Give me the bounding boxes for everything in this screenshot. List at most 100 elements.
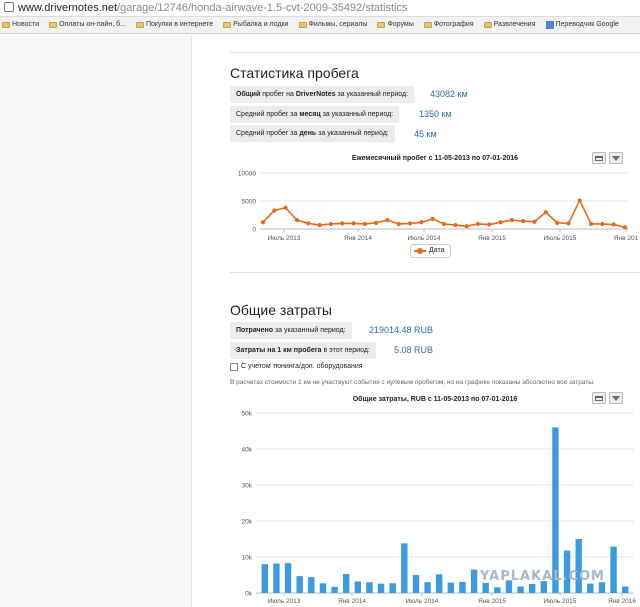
- x-tick-label: Июль 2014: [408, 235, 441, 242]
- cost-bar: [319, 583, 327, 593]
- cost-bar: [412, 575, 420, 593]
- bookmark-shopping[interactable]: Покупки в интернете: [135, 17, 214, 33]
- mileage-legend[interactable]: Дата: [410, 244, 451, 258]
- data-point: [464, 224, 469, 229]
- cost-bar: [296, 576, 303, 593]
- cost-bar: [401, 543, 408, 593]
- data-point: [487, 222, 492, 227]
- bookmark-fishing[interactable]: Рыбалка и лодки: [223, 17, 289, 33]
- data-point: [600, 221, 605, 227]
- bookmark-payments[interactable]: Оплаты он-лайн, б...: [49, 17, 126, 33]
- bookmark-movies[interactable]: Фильмы, сериалы: [298, 17, 367, 33]
- cost-bar: [377, 583, 385, 593]
- legend-label: Дата: [429, 247, 445, 254]
- data-point: [294, 217, 300, 223]
- tuning-checkbox-label: С учетом тюнинга/доп. оборудования: [241, 363, 363, 370]
- cost-bar: [435, 574, 443, 593]
- print-chart-button[interactable]: [592, 392, 606, 404]
- page-icon: [4, 2, 14, 12]
- data-point: [475, 221, 481, 227]
- monthly-mileage-label: Средний пробег за месяц за указанный пер…: [230, 106, 400, 123]
- cost-bar: [575, 539, 582, 593]
- data-point: [509, 217, 514, 223]
- export-chart-button[interactable]: [609, 152, 623, 164]
- url-host: www.drivernotes.net: [18, 2, 118, 14]
- address-bar[interactable]: www.drivernotes.net/garage/12746/honda-a…: [0, 0, 640, 17]
- data-point: [430, 216, 435, 222]
- data-point: [396, 221, 401, 227]
- cost-bar: [528, 584, 536, 593]
- cost-bar: [389, 583, 396, 593]
- data-point: [351, 221, 356, 226]
- cost-bar: [621, 586, 629, 593]
- data-point: [566, 221, 571, 226]
- data-point: [374, 220, 379, 225]
- download-icon: [612, 156, 620, 161]
- cost-bar: [482, 582, 489, 593]
- bookmark-photo[interactable]: Фотография: [423, 17, 474, 33]
- data-point: [328, 221, 333, 227]
- y-tick-label: 50k: [242, 411, 253, 418]
- x-tick-label: Янв 2014: [338, 598, 366, 605]
- cost-bar: [610, 546, 617, 593]
- y-tick-label: 0: [252, 227, 256, 234]
- bookmark-label: Покупки в интернете: [145, 21, 214, 28]
- bookmarks-bar: Новости Оплаты он-лайн, б... Покупки в и…: [0, 17, 640, 34]
- bookmark-label: Оплаты он-лайн, б...: [59, 21, 126, 28]
- tuning-checkbox[interactable]: [230, 363, 238, 371]
- bookmark-forums[interactable]: Форумы: [377, 17, 414, 33]
- data-point: [272, 208, 277, 213]
- x-tick-label: Янв 2015: [478, 598, 506, 605]
- folder-icon: [223, 22, 232, 28]
- mileage-chart: Ежемесячный пробег с 11-05-2013 по 07-01…: [230, 151, 640, 259]
- y-tick-label: 10000: [238, 171, 256, 178]
- cost-bar: [308, 577, 315, 593]
- cost-bar: [424, 582, 431, 593]
- data-point: [555, 220, 560, 225]
- x-tick-label: Янв 201: [614, 235, 639, 242]
- translate-icon: [545, 21, 554, 29]
- bookmark-entertainment[interactable]: Развлечения: [483, 17, 536, 33]
- divider: [230, 272, 640, 273]
- bookmark-label: Переводчик Google: [555, 21, 619, 28]
- data-point: [577, 198, 582, 203]
- folder-icon: [483, 22, 492, 28]
- printer-icon: [595, 156, 603, 161]
- folder-icon: [2, 22, 10, 28]
- url-path: /garage/12746/honda-airwave-1.5-cvt-2009…: [117, 2, 408, 14]
- data-point: [419, 220, 424, 225]
- cost-bar: [331, 586, 338, 593]
- y-tick-label: 0k: [245, 591, 253, 598]
- calculation-note: В расчетах стоимости 1 км не участвуют с…: [230, 379, 595, 386]
- data-point: [317, 222, 322, 228]
- export-chart-button[interactable]: [609, 392, 623, 404]
- data-point: [362, 221, 367, 227]
- data-point: [283, 205, 288, 210]
- divider: [230, 52, 640, 53]
- x-tick-label: Янв 2014: [344, 235, 372, 242]
- cost-bar: [459, 581, 466, 593]
- bookmark-news[interactable]: Новости: [2, 17, 39, 33]
- data-point: [532, 219, 537, 224]
- y-tick-label: 5000: [242, 199, 257, 206]
- data-point: [441, 221, 447, 227]
- cost-bar: [261, 564, 269, 593]
- costs-section-title: Общие затраты: [230, 302, 332, 318]
- bookmark-translate[interactable]: Переводчик Google: [545, 17, 619, 33]
- bookmark-label: Рыбалка и лодки: [233, 21, 289, 28]
- x-tick-label: Июль 2013: [268, 235, 301, 242]
- cost-bar: [273, 563, 280, 593]
- cost-bar: [494, 587, 501, 593]
- print-chart-button[interactable]: [592, 152, 606, 164]
- cost-bar: [366, 582, 373, 593]
- bookmark-label: Фотография: [433, 21, 474, 28]
- data-point: [611, 222, 616, 227]
- x-tick-label: Июль 2014: [406, 598, 439, 605]
- data-point: [453, 222, 458, 228]
- costs-chart-title: Общие затраты, RUB с 11-05-2013 по 07-01…: [352, 396, 518, 403]
- legend-marker: [414, 248, 426, 254]
- bookmark-label: Новости: [12, 21, 40, 28]
- folder-icon: [377, 22, 386, 28]
- bookmark-label: Развлечения: [493, 21, 536, 28]
- folder-icon: [423, 22, 432, 28]
